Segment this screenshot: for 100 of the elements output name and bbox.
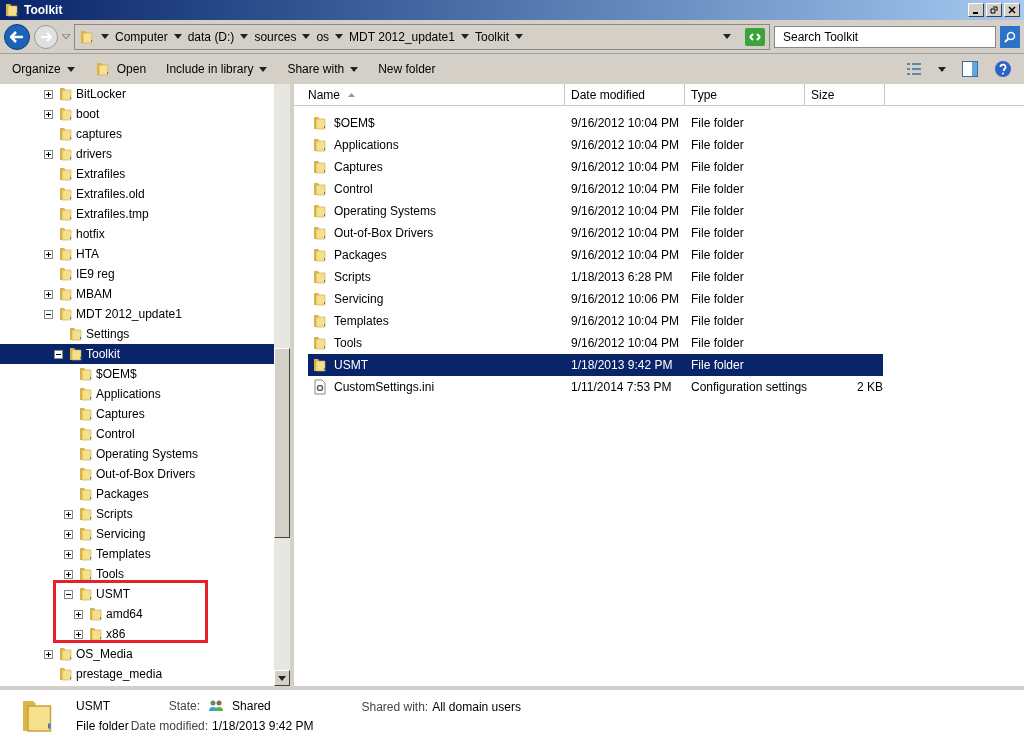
address-bar[interactable]: Computer data (D:) sources os MDT 2012_update1 Toolkit: [74, 23, 770, 50]
expand-icon[interactable]: [74, 609, 83, 619]
file-row[interactable]: Templates 9/16/2012 10:04 PM File folder: [308, 310, 883, 332]
tree-item[interactable]: MBAM: [0, 284, 274, 304]
column-header[interactable]: Date modified: [565, 84, 685, 105]
tree-item[interactable]: Settings: [0, 324, 274, 344]
file-row[interactable]: Servicing 9/16/2012 10:06 PM File folder: [308, 288, 883, 310]
expand-icon[interactable]: [64, 569, 73, 579]
collapse-icon[interactable]: [54, 349, 63, 359]
file-row[interactable]: Out-of-Box Drivers 9/16/2012 10:04 PM File folder: [308, 222, 883, 244]
expand-icon[interactable]: [44, 249, 53, 259]
caret-icon: [66, 66, 75, 72]
preview-pane-icon[interactable]: [962, 61, 978, 77]
tree-item[interactable]: OS_Media: [0, 644, 274, 664]
close-button[interactable]: [1004, 3, 1020, 17]
search-button[interactable]: [1000, 25, 1020, 48]
expand-icon[interactable]: [64, 509, 73, 519]
toolbar-button[interactable]: Include in library: [166, 60, 268, 78]
tree-item[interactable]: Applications: [0, 384, 274, 404]
tree-item[interactable]: hotfix: [0, 224, 274, 244]
file-row[interactable]: Control 9/16/2012 10:04 PM File folder: [308, 178, 883, 200]
date-cell-text: 9/16/2012 10:04 PM: [570, 225, 681, 242]
tree-item[interactable]: x86: [0, 624, 274, 644]
tree-item[interactable]: HTA: [0, 244, 274, 264]
folder-icon: [4, 2, 20, 18]
tree-item[interactable]: boot: [0, 104, 274, 124]
expand-icon[interactable]: [44, 89, 53, 99]
folder-icon: [312, 137, 328, 153]
file-row[interactable]: Tools 9/16/2012 10:04 PM File folder: [308, 332, 883, 354]
tree-item[interactable]: Extrafiles: [0, 164, 274, 184]
expand-icon[interactable]: [44, 109, 53, 119]
tree-item[interactable]: Templates: [0, 544, 274, 564]
collapse-icon[interactable]: [64, 589, 73, 599]
history-caret-icon[interactable]: [62, 34, 70, 39]
date-cell-text: 9/16/2012 10:04 PM: [570, 313, 681, 330]
breadcrumb-item[interactable]: Computer: [115, 27, 168, 46]
file-row[interactable]: $OEM$ 9/16/2012 10:04 PM File folder: [308, 112, 883, 134]
item-type: File folder: [76, 717, 129, 735]
date-cell-text: 9/16/2012 10:04 PM: [570, 181, 681, 198]
expand-icon[interactable]: [44, 149, 53, 159]
column-header[interactable]: Type: [685, 84, 805, 105]
tree-item[interactable]: USMT: [0, 584, 274, 604]
tree-item[interactable]: MDT 2012_update1: [0, 304, 274, 324]
expand-icon[interactable]: [44, 649, 53, 659]
minimize-button[interactable]: [968, 3, 984, 17]
file-row[interactable]: Applications 9/16/2012 10:04 PM File folder: [308, 134, 883, 156]
tree-item[interactable]: captures: [0, 124, 274, 144]
shared-with-value: All domain users: [432, 699, 521, 716]
breadcrumb-item[interactable]: sources: [254, 27, 297, 46]
tree-item[interactable]: prestage_media: [0, 664, 274, 684]
column-header[interactable]: Name: [302, 84, 565, 105]
type-cell-text: File folder: [690, 115, 745, 132]
file-row[interactable]: Packages 9/16/2012 10:04 PM File folder: [308, 244, 883, 266]
folder-icon: [312, 291, 328, 307]
tree-item[interactable]: Control: [0, 424, 274, 444]
folder-icon: [78, 446, 94, 462]
back-button[interactable]: [4, 23, 30, 50]
expand-icon[interactable]: [44, 289, 53, 299]
expand-icon[interactable]: [64, 549, 73, 559]
tree-item[interactable]: amd64: [0, 604, 274, 624]
collapse-icon[interactable]: [44, 309, 53, 319]
refresh-icon[interactable]: [745, 27, 765, 46]
tree-item[interactable]: $OEM$: [0, 364, 274, 384]
tree-item[interactable]: Packages: [0, 484, 274, 504]
tree-item[interactable]: Tools: [0, 564, 274, 584]
restore-button[interactable]: [986, 3, 1002, 17]
breadcrumb-item[interactable]: Toolkit: [474, 27, 509, 46]
file-row[interactable]: CustomSettings.ini 1/11/2014 7:53 PM Configuration settings 2 KB: [308, 376, 883, 398]
tree-item[interactable]: Operating Systems: [0, 444, 274, 464]
type-cell-text: File folder: [690, 159, 745, 176]
breadcrumb-item[interactable]: os: [316, 27, 330, 46]
tree-item[interactable]: Extrafiles.tmp: [0, 204, 274, 224]
file-row[interactable]: Operating Systems 9/16/2012 10:04 PM File folder: [308, 200, 883, 222]
tree-item[interactable]: drivers: [0, 144, 274, 164]
column-header[interactable]: Size: [805, 84, 885, 105]
expand-icon[interactable]: [64, 529, 73, 539]
expand-icon[interactable]: [74, 629, 83, 639]
tree-item[interactable]: Toolkit: [0, 344, 274, 364]
file-row[interactable]: Captures 9/16/2012 10:04 PM File folder: [308, 156, 883, 178]
toolbar-button[interactable]: New folder: [378, 60, 436, 78]
file-row[interactable]: Scripts 1/18/2013 6:28 PM File folder: [308, 266, 883, 288]
tree-item[interactable]: Scripts: [0, 504, 274, 524]
tree-item[interactable]: Captures: [0, 404, 274, 424]
caret-icon: [173, 34, 182, 39]
search-field[interactable]: Search Toolkit: [774, 25, 996, 48]
help-icon[interactable]: [994, 60, 1012, 78]
tree-item[interactable]: Out-of-Box Drivers: [0, 464, 274, 484]
tree-item[interactable]: IE9 reg: [0, 264, 274, 284]
breadcrumb-item[interactable]: MDT 2012_update1: [349, 27, 455, 46]
toolbar-button[interactable]: Open: [94, 60, 147, 78]
folder-icon: [58, 266, 74, 282]
tree-item[interactable]: Servicing: [0, 524, 274, 544]
open-folder-icon: [94, 61, 111, 77]
scrollbar[interactable]: [274, 84, 290, 686]
tree-item[interactable]: BitLocker: [0, 84, 274, 104]
tree-item[interactable]: Extrafiles.old: [0, 184, 274, 204]
breadcrumb-item[interactable]: data (D:): [187, 27, 235, 46]
file-row[interactable]: USMT 1/18/2013 9:42 PM File folder: [308, 354, 883, 376]
toolbar-button[interactable]: Share with: [287, 60, 359, 78]
toolbar-button[interactable]: Organize: [12, 60, 75, 78]
